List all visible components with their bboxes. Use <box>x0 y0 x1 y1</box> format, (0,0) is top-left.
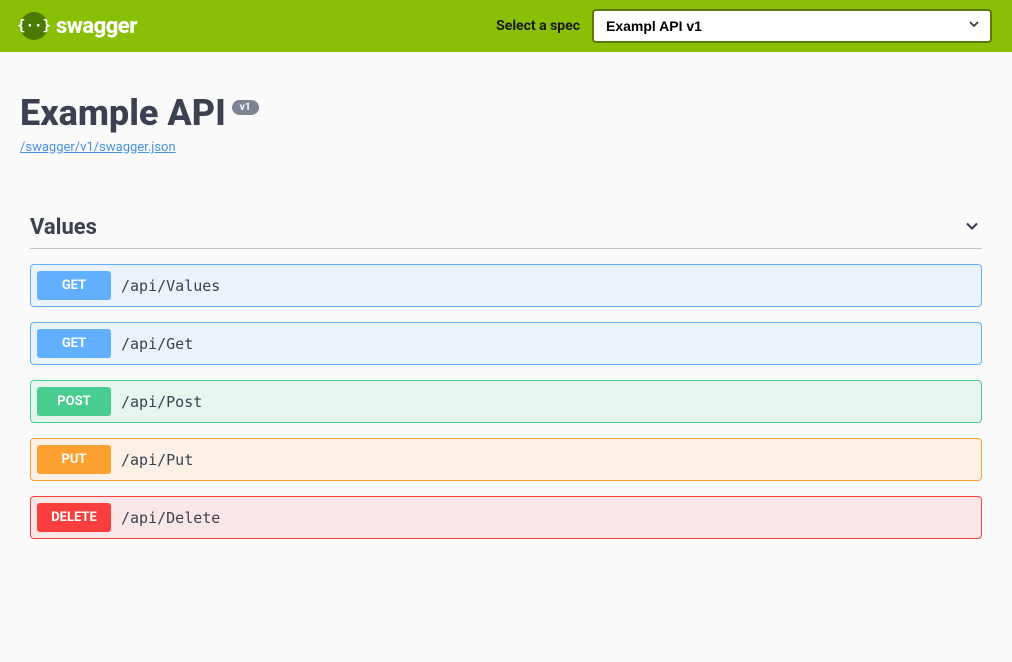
spec-label: Select a spec <box>496 18 580 34</box>
topbar: {··} swagger Select a spec Exampl API v1 <box>0 0 1012 52</box>
operation-path: /api/Post <box>121 393 202 411</box>
method-badge: PUT <box>37 445 111 474</box>
method-badge: DELETE <box>37 503 111 532</box>
operation-path: /api/Delete <box>121 509 220 527</box>
operation-row[interactable]: GET/api/Get <box>30 322 982 365</box>
tag-header[interactable]: Values <box>30 215 982 249</box>
swagger-logo[interactable]: {··} swagger <box>20 12 137 40</box>
operation-row[interactable]: GET/api/Values <box>30 264 982 307</box>
version-badge: v1 <box>232 100 259 115</box>
api-title: Example API <box>20 92 226 134</box>
swagger-logo-text: swagger <box>56 14 137 39</box>
operation-row[interactable]: DELETE/api/Delete <box>30 496 982 539</box>
spec-select[interactable]: Exampl API v1 <box>592 9 992 43</box>
chevron-down-icon <box>962 216 982 240</box>
tag-section: Values GET/api/ValuesGET/api/GetPOST/api… <box>20 215 992 539</box>
method-badge: GET <box>37 271 111 300</box>
tag-name: Values <box>30 215 97 240</box>
method-badge: GET <box>37 329 111 358</box>
swagger-logo-icon: {··} <box>20 12 48 40</box>
operation-row[interactable]: POST/api/Post <box>30 380 982 423</box>
operation-path: /api/Put <box>121 451 193 469</box>
operation-path: /api/Get <box>121 335 193 353</box>
operation-path: /api/Values <box>121 277 220 295</box>
spec-selector: Select a spec Exampl API v1 <box>496 9 992 43</box>
operation-row[interactable]: PUT/api/Put <box>30 438 982 481</box>
swagger-json-link[interactable]: /swagger/v1/swagger.json <box>20 140 176 155</box>
method-badge: POST <box>37 387 111 416</box>
main-content: Example API v1 /swagger/v1/swagger.json … <box>0 52 1012 569</box>
